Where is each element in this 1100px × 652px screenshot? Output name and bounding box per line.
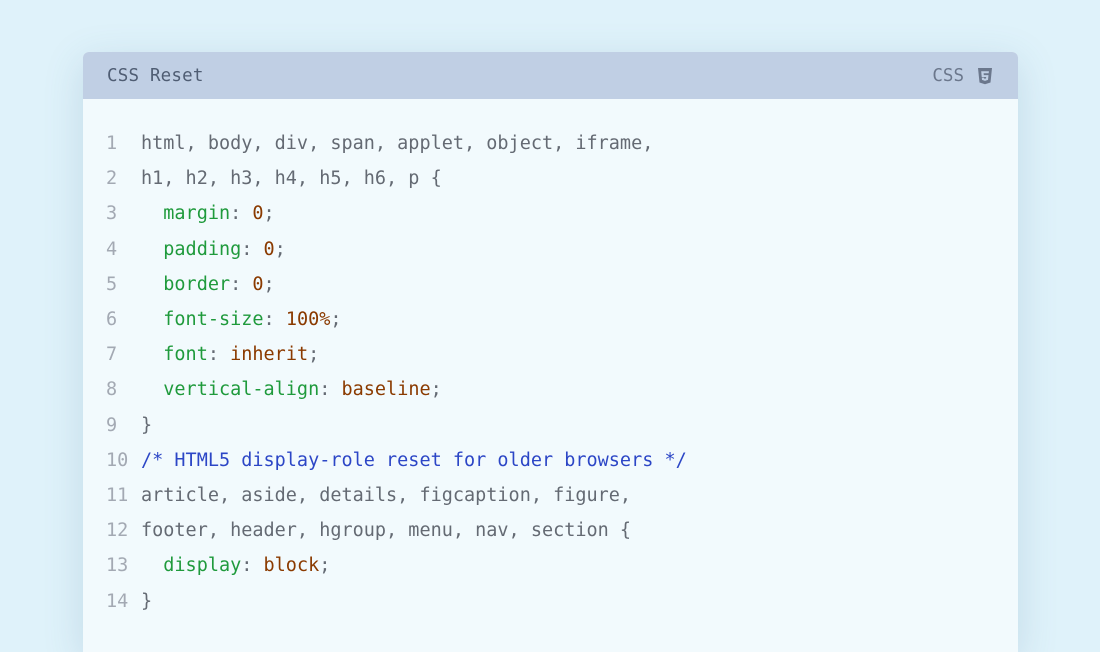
code-line: 11 article, aside, details, figcaption, f… [83, 478, 1018, 513]
code-token: ; [430, 379, 442, 401]
code-token: font [163, 344, 208, 366]
code-line: 2 h1, h2, h3, h4, h5, h6, p { [83, 161, 1018, 196]
code-snippet-card: CSS Reset CSS 1 html, body, div, span, ap… [83, 52, 1018, 652]
code-line: 5 border: 0; [83, 267, 1018, 302]
css3-icon [978, 67, 992, 84]
code-token: : [230, 273, 253, 295]
code-line: 13 display: block; [83, 548, 1018, 583]
line-number: 14 [106, 590, 129, 612]
code-line: 3 margin: 0; [83, 196, 1018, 231]
line-source: font-size: 100%; [141, 309, 342, 331]
line-source: margin: 0; [141, 203, 275, 225]
code-token: ; [274, 238, 286, 260]
line-number: 9 [106, 414, 118, 436]
line-number: 2 [106, 168, 118, 190]
code-snippet-header: CSS Reset CSS [83, 52, 1018, 99]
line-source: } [141, 415, 152, 436]
code-token: html, body, div, span, applet, object, i… [141, 133, 654, 155]
code-token: block [263, 555, 320, 577]
code-token: : [207, 344, 231, 366]
code-token: display [163, 555, 242, 577]
code-line: 8 vertical-align: baseline; [83, 372, 1018, 407]
code-token: } [141, 414, 153, 436]
line-source: html, body, div, span, applet, object, i… [141, 133, 653, 154]
code-token: : [230, 203, 253, 225]
code-line: 10 /* HTML5 display-role reset for older … [83, 443, 1018, 478]
page-background: CSS Reset CSS 1 html, body, div, span, ap… [0, 0, 1100, 652]
code-token: inherit [230, 344, 309, 366]
line-number: 6 [106, 309, 118, 331]
code-token: : [241, 555, 264, 577]
line-source: h1, h2, h3, h4, h5, h6, p { [141, 168, 442, 189]
line-source: } [141, 591, 152, 612]
code-token: margin [163, 203, 231, 225]
code-token: baseline [341, 379, 431, 401]
code-token: ; [263, 203, 275, 225]
line-number: 1 [106, 133, 118, 155]
line-source: border: 0; [141, 273, 275, 295]
code-line: 12 footer, header, hgroup, menu, nav, sec… [83, 513, 1018, 548]
code-token: vertical-align [163, 379, 320, 401]
code-line: 6 font-size: 100%; [83, 302, 1018, 337]
line-source: /* HTML5 display-role reset for older br… [141, 450, 687, 471]
line-number: 11 [106, 484, 129, 506]
code-line: 7 font: inherit; [83, 337, 1018, 372]
snippet-title: CSS Reset [107, 65, 204, 86]
code-line: 9} [83, 408, 1018, 443]
line-source: padding: 0; [141, 239, 286, 260]
code-token: /* HTML5 display-role reset for older br… [141, 449, 687, 471]
line-number: 4 [106, 238, 118, 260]
code-token: article, aside, details, figcaption, fig… [141, 484, 632, 506]
line-number: 3 [106, 203, 118, 225]
code-token: footer, header, hgroup, menu, nav, secti… [141, 520, 632, 542]
code-token: ; [319, 555, 331, 577]
code-token: font-size [163, 309, 264, 331]
line-source: footer, header, hgroup, menu, nav, secti… [141, 520, 631, 541]
code-token: 0 [252, 273, 264, 295]
code-token: 100% [285, 309, 331, 331]
line-number: 12 [106, 520, 129, 542]
code-token: : [241, 238, 264, 260]
line-number: 5 [106, 273, 118, 295]
code-token: ; [308, 344, 320, 366]
line-source: display: block; [141, 555, 330, 576]
line-source: article, aside, details, figcaption, fig… [141, 485, 631, 506]
code-token: ; [330, 309, 342, 331]
line-number: 8 [106, 379, 118, 401]
code-token: : [263, 309, 286, 331]
line-source: vertical-align: baseline; [141, 379, 442, 401]
code-token: padding [163, 238, 242, 260]
line-number: 7 [106, 344, 118, 366]
code-line: 14} [83, 583, 1018, 618]
line-source: font: inherit; [141, 344, 319, 365]
language-indicator: CSS [932, 66, 994, 86]
code-line: 4 padding: 0; [83, 232, 1018, 267]
line-number: 10 [106, 449, 129, 471]
code-line: 1 html, body, div, span, applet, object, … [83, 126, 1018, 161]
code-token: h1, h2, h3, h4, h5, h6, p { [141, 168, 442, 190]
code-token: 0 [252, 203, 264, 225]
code-token: 0 [263, 238, 275, 260]
line-number: 13 [106, 555, 129, 577]
code-token: } [141, 590, 153, 612]
code-block: 1 html, body, div, span, applet, object, … [83, 99, 1018, 619]
code-token: ; [263, 273, 275, 295]
language-label: CSS [932, 65, 964, 86]
code-token: border [163, 273, 231, 295]
code-token: : [319, 379, 342, 401]
